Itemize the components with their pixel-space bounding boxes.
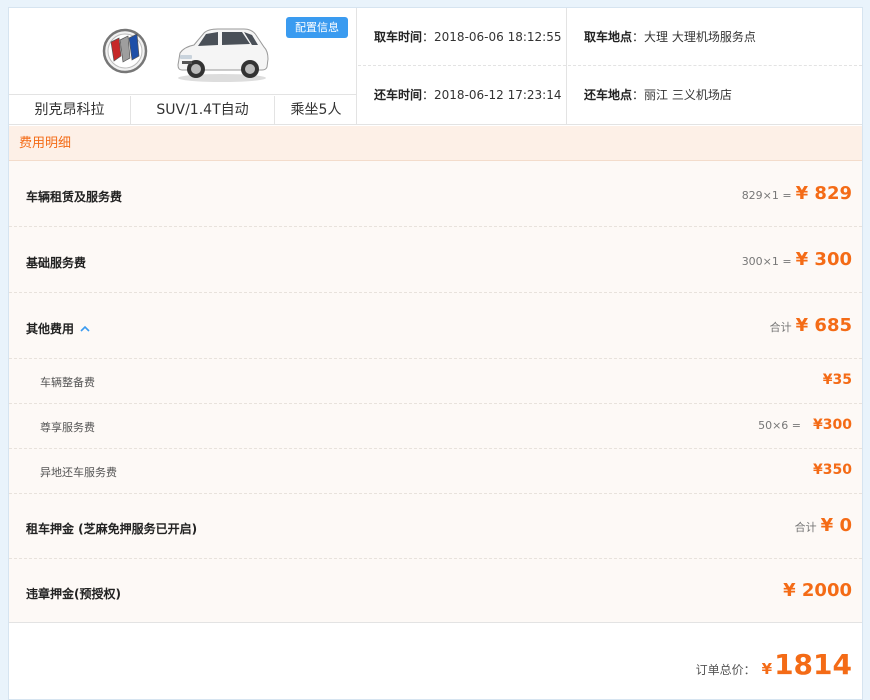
fee-row-deposit: 租车押金 (芝麻免押服务已开启) 合计 ¥ 0 [9,494,862,559]
car-info: 配置信息 别克昂科拉 SUV/1.4T自动 乘坐5人 [9,8,357,125]
fee-label: 车辆租赁及服务费 [26,190,123,204]
colon: ： [632,30,645,44]
fee-amount: ¥ 829 [795,183,852,204]
chevron-up-icon[interactable] [80,325,90,332]
fee-row-rental: 车辆租赁及服务费 829×1 = ¥ 829 [9,161,862,227]
fee-calc: 50×6 = [758,419,802,432]
car-model: 别克昂科拉 [9,96,131,125]
car-seats: 乘坐5人 [290,102,342,118]
return-time-value: 2018-06-12 17:23:14 [434,88,562,102]
fee-subrow: 异地还车服务费 ¥350 [9,449,862,494]
white-suv-car-icon [177,28,269,82]
fee-calc: 合计 [769,321,792,334]
fee-calc: 合计 [794,521,817,534]
other-fees-toggle[interactable]: 其他费用 [26,320,90,337]
order-total: 订单总价： ¥ 1814 [9,624,862,700]
car-image-area: 配置信息 [9,8,357,95]
colon: ： [422,30,435,44]
time-column: 取车时间：2018-06-06 18:12:55 还车时间：2018-06-12… [358,8,567,125]
fee-label: 异地还车服务费 [40,466,117,479]
pickup-time-value: 2018-06-06 18:12:55 [434,30,562,44]
fee-amount: ¥350 [813,462,852,478]
car-and-trip-info: 配置信息 别克昂科拉 SUV/1.4T自动 乘坐5人 取车时间：2018-06-… [9,8,862,125]
fee-details-header: 费用明细 [9,126,862,161]
return-place: 还车地点：丽江 三义机场店 [568,66,862,125]
pickup-place-label: 取车地点 [584,30,633,44]
fee-subrow: 尊享服务费 50×6 = ¥300 [9,404,862,449]
config-info-button[interactable]: 配置信息 [286,17,348,38]
order-card: 配置信息 别克昂科拉 SUV/1.4T自动 乘坐5人 取车时间：2018-06-… [8,7,863,700]
total-amount: 1814 [774,648,852,681]
fee-label: 尊享服务费 [40,421,95,434]
fee-amount: ¥ 0 [820,515,852,536]
total-label: 订单总价： [695,663,756,677]
pickup-place-value: 大理 大理机场服务点 [644,30,756,44]
car-type-engine: SUV/1.4T自动 [131,96,275,125]
fee-calc: 300×1 = [741,255,792,268]
fee-row-basic: 基础服务费 300×1 = ¥ 300 [9,227,862,293]
fee-label: 基础服务费 [26,256,87,270]
colon: ： [632,88,645,102]
fee-amount: ¥35 [822,372,852,388]
fee-amount: ¥300 [813,417,852,433]
return-time: 还车时间：2018-06-12 17:23:14 [358,66,566,125]
place-column: 取车地点：大理 大理机场服务点 还车地点：丽江 三义机场店 [568,8,862,125]
fee-label: 违章押金(预授权) [26,587,121,601]
fee-list: 车辆租赁及服务费 829×1 = ¥ 829 基础服务费 300×1 = ¥ 3… [9,161,862,623]
pickup-time-label: 取车时间 [374,30,423,44]
return-place-label: 还车地点 [584,88,633,102]
fee-amount: ¥ 685 [795,315,852,336]
fee-label: 其他费用 [26,322,75,336]
fee-subrow: 车辆整备费 ¥35 [9,359,862,404]
fee-label: 车辆整备费 [40,376,95,389]
fee-calc: 829×1 = [741,189,792,202]
colon: ： [422,88,435,102]
fee-amount: ¥ 2000 [783,580,852,601]
fee-label: 租车押金 (芝麻免押服务已开启) [26,522,198,536]
total-currency: ¥ [761,660,773,678]
fee-row-violation: 违章押金(预授权) ¥ 2000 [9,559,862,623]
pickup-time: 取车时间：2018-06-06 18:12:55 [358,8,566,66]
buick-logo-icon [102,28,148,74]
return-place-value: 丽江 三义机场店 [644,88,732,102]
return-time-label: 还车时间 [374,88,423,102]
fee-amount: ¥ 300 [795,249,852,270]
pickup-place: 取车地点：大理 大理机场服务点 [568,8,862,66]
fee-row-other[interactable]: 其他费用 合计 ¥ 685 [9,293,862,359]
car-specs: 别克昂科拉 SUV/1.4T自动 乘坐5人 [9,96,357,125]
